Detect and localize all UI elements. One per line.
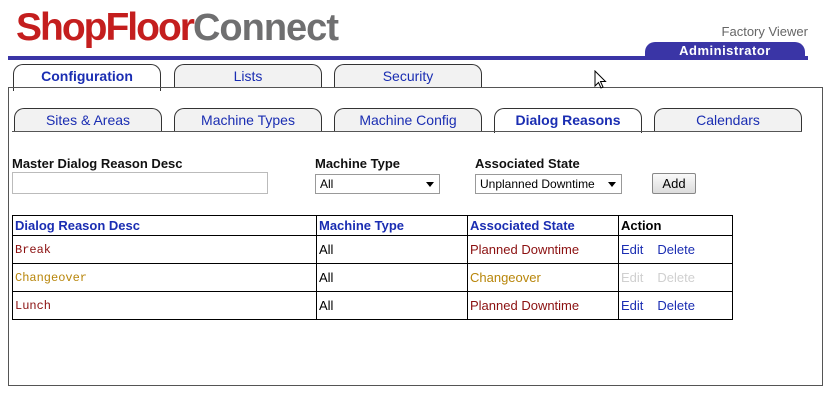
subtab-dialog-reasons-label: Dialog Reasons: [515, 112, 621, 128]
edit-link[interactable]: Edit: [621, 242, 643, 257]
subtab-machine-config[interactable]: Machine Config: [334, 108, 482, 131]
subtab-sites-areas-label: Sites & Areas: [45, 112, 131, 128]
edit-link-disabled: Edit: [621, 270, 644, 285]
action-cell: Edit Delete: [618, 291, 733, 320]
app-logo: ShopFloorConnect: [16, 6, 339, 56]
subtab-calendars-label: Calendars: [696, 112, 760, 128]
machine-type-cell: All: [316, 263, 468, 292]
tab-lists[interactable]: Lists: [174, 64, 322, 88]
subtab-dialog-reasons[interactable]: Dialog Reasons: [494, 108, 642, 133]
chevron-down-icon: [608, 182, 616, 187]
reason-desc-cell: Changeover: [12, 263, 317, 292]
mouse-cursor-icon: [594, 70, 607, 89]
table-row: Break All Planned Downtime Edit Delete: [12, 235, 733, 264]
column-header-machine-type[interactable]: Machine Type: [316, 215, 468, 236]
role-badge: Administrator: [645, 42, 805, 59]
subtab-machine-config-label: Machine Config: [359, 112, 457, 128]
app-title: Factory Viewer: [721, 24, 808, 39]
tab-security-label: Security: [382, 68, 434, 84]
machine-type-select[interactable]: All: [315, 174, 440, 194]
column-header-desc[interactable]: Dialog Reason Desc: [12, 215, 317, 236]
state-cell: Planned Downtime: [467, 291, 619, 320]
machine-type-cell: All: [316, 235, 468, 264]
column-header-state[interactable]: Associated State: [467, 215, 619, 236]
subtab-calendars[interactable]: Calendars: [654, 108, 802, 131]
desc-label: Master Dialog Reason Desc: [12, 156, 183, 171]
edit-link[interactable]: Edit: [621, 298, 643, 313]
tab-lists-label: Lists: [233, 68, 263, 84]
logo-connect-text: Connect: [192, 7, 339, 49]
table-header-row: Dialog Reason Desc Machine Type Associat…: [12, 215, 733, 236]
table-row: Changeover All Changeover Edit Delete: [12, 263, 733, 292]
reason-desc-cell: Lunch: [12, 291, 317, 320]
column-header-action: Action: [618, 215, 733, 236]
machine-type-cell: All: [316, 291, 468, 320]
desc-input[interactable]: [12, 172, 268, 194]
assoc-state-select-value: Unplanned Downtime: [480, 177, 595, 191]
assoc-state-label: Associated State: [475, 156, 580, 171]
delete-link[interactable]: Delete: [657, 298, 695, 313]
delete-link-disabled: Delete: [657, 270, 695, 285]
machine-type-label: Machine Type: [315, 156, 401, 171]
state-cell: Planned Downtime: [467, 235, 619, 264]
subtab-machine-types[interactable]: Machine Types: [174, 108, 322, 131]
dialog-reasons-table: Dialog Reason Desc Machine Type Associat…: [12, 215, 733, 320]
chevron-down-icon: [426, 182, 434, 187]
tab-configuration-label: Configuration: [41, 68, 133, 84]
reason-desc-cell: Break: [12, 235, 317, 264]
tab-security[interactable]: Security: [334, 64, 482, 88]
subtab-sites-areas[interactable]: Sites & Areas: [14, 108, 162, 131]
sub-tabs-baseline: [12, 131, 802, 132]
machine-type-select-value: All: [320, 177, 334, 191]
table-row: Lunch All Planned Downtime Edit Delete: [12, 291, 733, 320]
logo-shopfloor-text: ShopFloor: [16, 6, 195, 49]
delete-link[interactable]: Delete: [657, 242, 695, 257]
subtab-machine-types-label: Machine Types: [201, 112, 295, 128]
add-button[interactable]: Add: [652, 173, 696, 194]
assoc-state-select[interactable]: Unplanned Downtime: [475, 174, 622, 194]
action-cell: Edit Delete: [618, 235, 733, 264]
state-cell: Changeover: [467, 263, 619, 292]
action-cell: Edit Delete: [618, 263, 733, 292]
